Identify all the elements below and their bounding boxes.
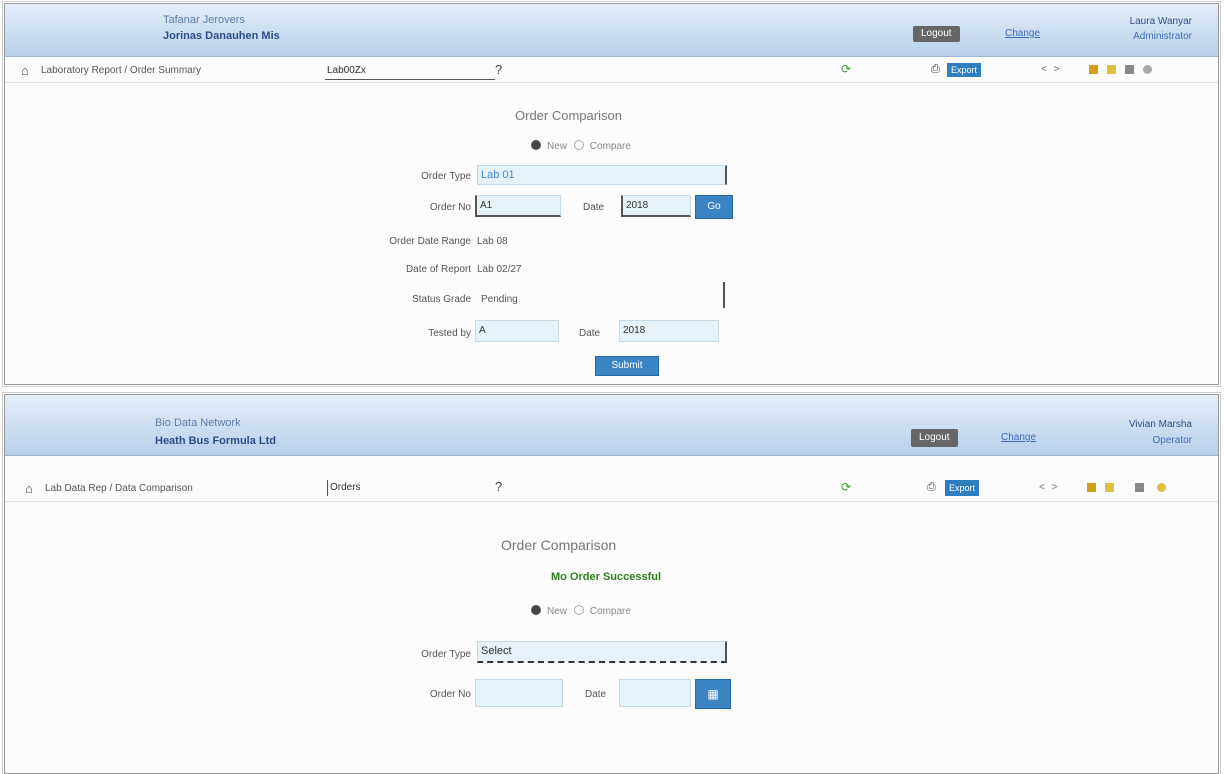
tested-input[interactable]: A [475, 320, 559, 342]
radio-new-label: New [547, 606, 568, 617]
module-combo[interactable]: Orders [327, 480, 510, 496]
brand-line-2[interactable]: Heath Bus Formula Ltd [155, 435, 276, 447]
order-no-label: Order No [429, 689, 471, 700]
ordered-label: Order Date Range [389, 236, 471, 247]
tested-label: Tested by [428, 328, 471, 339]
export-button[interactable]: Export [945, 480, 980, 496]
status-scroll[interactable] [723, 282, 725, 308]
calendar-icon[interactable]: ▦ [695, 679, 731, 709]
brand-line-1: Bio Data Network [155, 417, 241, 429]
order-comparison-panel-before: Tafanar Jerovers Jorinas Danauhen Mis Lo… [2, 1, 1221, 387]
home-icon[interactable]: ⌂ [25, 481, 33, 496]
date-input[interactable]: 2018 [621, 195, 691, 217]
form-title: Order Comparison [501, 537, 617, 553]
logout-button[interactable]: Logout [913, 26, 960, 42]
filter-icon[interactable] [1087, 483, 1096, 492]
change-link[interactable]: Change [1005, 28, 1040, 39]
help-icon[interactable]: ? [495, 479, 502, 494]
user-role: Operator [1152, 435, 1192, 446]
radio-new-label: New [547, 141, 568, 152]
info-icon[interactable] [1157, 483, 1166, 492]
filter-icon[interactable] [1089, 65, 1098, 74]
radio-compare[interactable] [573, 605, 584, 615]
date-label: Date [583, 202, 605, 213]
go-button[interactable]: Go [695, 195, 733, 219]
radio-compare-label: Compare [589, 141, 631, 152]
order-comparison-panel-after: Bio Data Network Heath Bus Formula Ltd L… [2, 392, 1221, 774]
mode-radio-group: New Compare [531, 605, 631, 617]
status-label: Status Grade [412, 294, 471, 305]
logout-button[interactable]: Logout [911, 429, 958, 447]
order-no-input[interactable]: A1 [475, 195, 561, 217]
module-combo[interactable]: Lab00Zx [325, 63, 495, 80]
radio-compare-label: Compare [589, 606, 631, 617]
order-type-select[interactable]: Select [477, 641, 727, 663]
order-type-label: Order Type [421, 649, 471, 660]
submit-button[interactable]: Submit [595, 356, 659, 376]
order-no-input[interactable] [475, 679, 563, 707]
mode-radio-group: New Compare [531, 140, 631, 152]
user-name[interactable]: Laura Wanyar [1130, 16, 1192, 27]
user-name[interactable]: Vivian Marsha [1129, 419, 1192, 430]
success-message: Mo Order Successful [551, 571, 662, 583]
radio-new[interactable] [531, 605, 541, 615]
bookmark-icon[interactable] [1105, 483, 1114, 492]
bookmark-icon[interactable] [1107, 65, 1116, 74]
settings-icon[interactable] [1135, 483, 1144, 492]
breadcrumb: Laboratory Report / Order Summary [41, 65, 202, 76]
app-header: Tafanar Jerovers Jorinas Danauhen Mis Lo… [5, 4, 1218, 57]
date-label: Date [585, 689, 607, 700]
toolbar: ⌂ Lab Data Rep / Data Comparison Orders … [5, 475, 1218, 502]
reported-value: Lab 02/27 [477, 264, 522, 275]
print-icon[interactable]: ⎙ [927, 481, 936, 494]
export-button[interactable]: Export [947, 63, 982, 77]
home-icon[interactable]: ⌂ [21, 63, 29, 78]
tested-date-label: Date [579, 328, 601, 339]
user-role: Administrator [1133, 31, 1192, 42]
status-value: Pending [481, 294, 518, 305]
order-type-label: Order Type [421, 171, 471, 182]
brand-line-1: Tafanar Jerovers [163, 14, 245, 26]
change-link[interactable]: Change [1001, 432, 1036, 443]
settings-icon[interactable] [1125, 65, 1134, 74]
refresh-icon[interactable]: ⟳ [841, 480, 851, 494]
info-icon[interactable] [1143, 65, 1152, 74]
order-type-select[interactable]: Lab 01 [477, 165, 727, 185]
reported-label: Date of Report [405, 264, 471, 275]
print-icon[interactable]: ⎙ [931, 63, 940, 76]
brand-line-2[interactable]: Jorinas Danauhen Mis [163, 30, 280, 42]
pager-nav[interactable]: < > [1041, 64, 1061, 75]
toolbar: ⌂ Laboratory Report / Order Summary Lab0… [5, 60, 1218, 83]
help-icon[interactable]: ? [495, 62, 502, 77]
refresh-icon[interactable]: ⟳ [841, 62, 851, 76]
order-no-label: Order No [429, 202, 471, 213]
breadcrumb: Lab Data Rep / Data Comparison [45, 483, 193, 494]
date-input[interactable] [619, 679, 691, 707]
app-header: Bio Data Network Heath Bus Formula Ltd L… [5, 395, 1218, 456]
radio-compare[interactable] [573, 140, 584, 150]
radio-new[interactable] [531, 140, 541, 150]
pager-nav[interactable]: < > [1039, 482, 1059, 493]
form-title: Order Comparison [515, 108, 622, 123]
tested-date-input[interactable]: 2018 [619, 320, 719, 342]
ordered-value: Lab 08 [477, 236, 508, 247]
